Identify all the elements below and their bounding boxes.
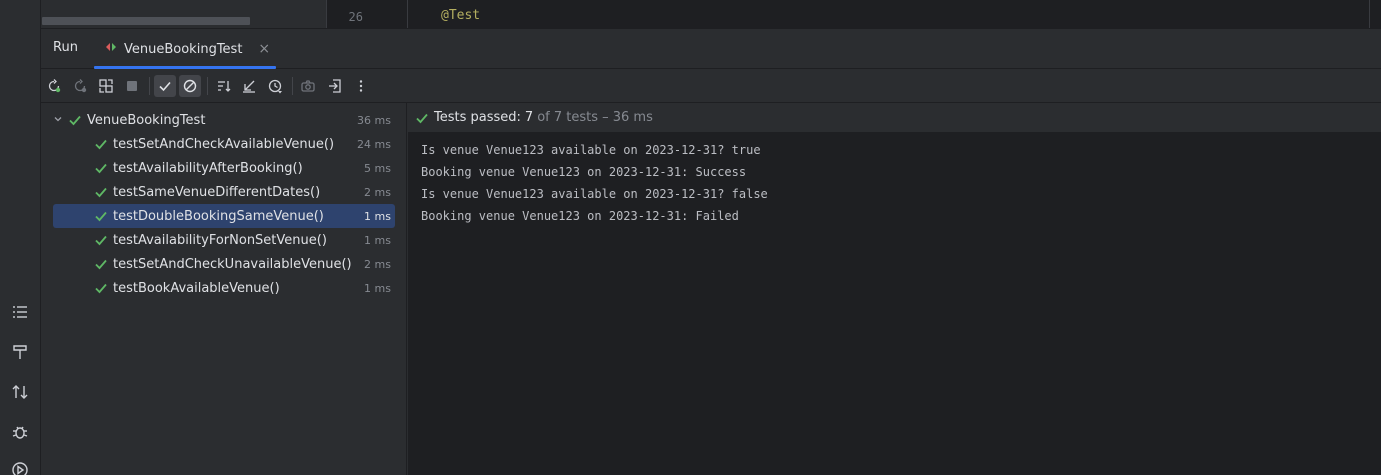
code-annotation: @Test [441,8,481,23]
test-item-label: testAvailabilityForNonSetVenue() [113,232,327,248]
tool-stripe [0,0,41,475]
tool-window-title: Run [53,40,78,55]
console-panel: Tests passed: 7 of 7 tests – 36 ms Is ve… [408,103,1381,475]
test-item-label: testSetAndCheckAvailableVenue() [113,136,335,152]
test-item-duration: 24 ms [357,137,391,151]
import-tests-icon[interactable] [324,75,346,97]
passed-check-icon [95,259,107,270]
console-line: Is venue Venue123 available on 2023-12-3… [421,187,768,201]
test-item-label: testSetAndCheckUnavailableVenue() [113,256,352,272]
run-icon[interactable] [8,458,32,475]
tab-venue-booking-test[interactable]: VenueBookingTest × [94,29,276,69]
test-item-duration: 2 ms [364,257,391,271]
console-line: Booking venue Venue123 on 2023-12-31: Su… [421,165,747,179]
status-detail: of 7 tests – 36 ms [537,110,653,125]
project-pane [41,0,327,28]
console-output[interactable]: Is venue Venue123 available on 2023-12-3… [421,139,768,227]
git-commit-arrows-icon[interactable] [8,380,32,404]
test-config-icon [104,40,118,58]
passed-check-icon [416,113,428,123]
editor-area: 26 @Test [41,0,1381,28]
test-item-label: testSameVenueDifferentDates() [113,184,321,200]
line-number: 26 [327,0,408,28]
test-item-label: testAvailabilityAfterBooking() [113,160,303,176]
test-item[interactable]: testBookAvailableVenue() 1 ms [93,276,395,300]
toolbar-separator [149,77,150,95]
screenshot-icon[interactable] [297,75,319,97]
passed-check-icon [95,211,107,222]
tree-root-label: VenueBookingTest [87,112,206,128]
tree-root[interactable]: VenueBookingTest 36 ms [53,108,395,132]
status-count: 7 [524,110,534,125]
horizontal-scrollbar[interactable] [42,17,250,25]
tree-root-duration: 36 ms [357,113,391,127]
ide-window: 26 @Test Run VenueBookingTest × VenueBoo… [0,0,1381,475]
console-line: Booking venue Venue123 on 2023-12-31: Fa… [421,209,739,223]
test-item[interactable]: testAvailabilityForNonSetVenue() 1 ms [93,228,395,252]
toolbar-separator [292,77,293,95]
collapse-all-icon[interactable] [238,75,260,97]
run-toolbar [41,69,1381,103]
toolbar-separator [207,77,208,95]
stop-icon[interactable] [121,75,143,97]
build-hammer-icon[interactable] [8,340,32,364]
test-item[interactable]: testSameVenueDifferentDates() 2 ms [93,180,395,204]
sort-alphabetically-icon[interactable] [213,75,235,97]
passed-check-icon [95,163,107,174]
test-item[interactable]: testSetAndCheckUnavailableVenue() 2 ms [93,252,395,276]
rerun-icon[interactable] [43,75,65,97]
close-icon[interactable]: × [258,41,270,57]
test-item-label: testBookAvailableVenue() [113,280,280,296]
show-ignored-icon[interactable] [179,75,201,97]
test-item-label: testDoubleBookingSameVenue() [113,208,324,224]
tab-label: VenueBookingTest [124,41,243,57]
passed-check-icon [69,115,81,126]
editor-divider [1369,0,1370,28]
run-tool-window: Run VenueBookingTest × VenueBookingTest … [41,28,1381,475]
passed-check-icon [95,139,107,150]
passed-check-icon [95,283,107,294]
test-item-duration: 1 ms [364,281,391,295]
test-item[interactable]: testSetAndCheckAvailableVenue() 24 ms [93,132,395,156]
test-history-icon[interactable] [264,75,286,97]
test-item-duration: 5 ms [364,161,391,175]
passed-check-icon [95,187,107,198]
test-item-duration: 1 ms [364,209,391,223]
test-tree: VenueBookingTest 36 ms testSetAndCheckAv… [41,103,407,475]
tool-window-header: Run VenueBookingTest × [41,29,1381,69]
console-line: Is venue Venue123 available on 2023-12-3… [421,143,761,157]
toggle-auto-test-icon[interactable] [95,75,117,97]
test-item-duration: 1 ms [364,233,391,247]
rerun-failed-icon[interactable] [69,75,91,97]
test-item-duration: 2 ms [364,185,391,199]
debug-bug-icon[interactable] [8,420,32,444]
status-label: Tests passed: [434,110,521,125]
chevron-down-icon[interactable] [53,114,67,127]
passed-check-icon [95,235,107,246]
show-passed-icon[interactable] [154,75,176,97]
structure-icon[interactable] [8,300,32,324]
test-item[interactable]: testAvailabilityAfterBooking() 5 ms [93,156,395,180]
test-status-bar: Tests passed: 7 of 7 tests – 36 ms [408,103,1381,133]
more-options-icon[interactable] [350,75,372,97]
test-item-selected[interactable]: testDoubleBookingSameVenue() 1 ms [53,204,395,228]
